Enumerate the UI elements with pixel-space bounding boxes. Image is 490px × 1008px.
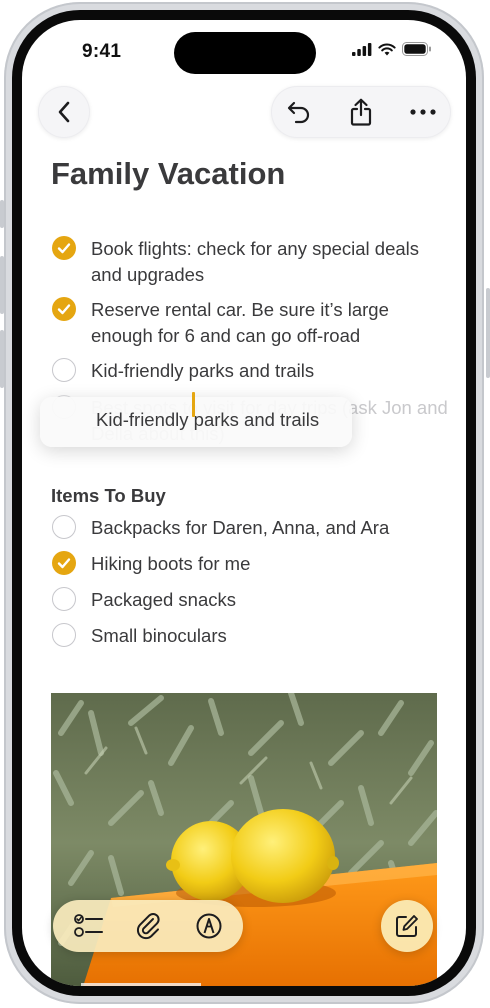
more-button[interactable] (395, 86, 451, 138)
side-button (0, 200, 4, 228)
share-icon (350, 98, 372, 126)
buy-list-item[interactable]: Backpacks for Daren, Anna, and Ara (52, 515, 442, 543)
checkbox-unchecked[interactable] (52, 623, 76, 647)
share-button[interactable] (333, 86, 389, 138)
checklist-item[interactable]: Reserve rental car. Be sure it’s large e… (52, 297, 442, 351)
checkmark-icon (57, 558, 71, 569)
status-time: 9:41 (82, 41, 122, 62)
volume-up-button (0, 256, 4, 314)
ellipsis-icon (410, 109, 436, 115)
section-title[interactable]: Items To Buy (51, 485, 166, 507)
status-bar: 9:41 (22, 20, 466, 78)
checkbox-unchecked[interactable] (52, 515, 76, 539)
checkbox-unchecked[interactable] (52, 358, 76, 382)
status-icons (352, 42, 432, 56)
checklist-button[interactable] (63, 900, 115, 952)
checklist-item-text[interactable]: Kid-friendly parks and trails (91, 358, 431, 384)
checkmark-icon (57, 304, 71, 315)
pen-circle-icon (196, 913, 222, 939)
checklist-item[interactable]: Book flights: check for any special deal… (52, 236, 442, 290)
battery-icon (402, 42, 431, 56)
checkmark-icon (57, 243, 71, 254)
bottom-toolbar (53, 900, 243, 952)
markup-button[interactable] (183, 900, 235, 952)
compose-icon (396, 915, 418, 937)
checklist-item-text[interactable]: Book flights: check for any special deal… (91, 236, 431, 288)
attach-button[interactable] (123, 900, 175, 952)
power-button (486, 288, 490, 378)
signal-icon (352, 42, 372, 56)
buy-list-item[interactable]: Small binoculars (52, 623, 442, 651)
dragged-item-text: Kid-friendly parks and trails (96, 409, 320, 430)
checklist-item-text[interactable]: Reserve rental car. Be sure it’s large e… (91, 297, 431, 349)
checkbox-checked[interactable] (52, 551, 76, 575)
chevron-left-icon (58, 101, 70, 123)
note-toolbar (271, 86, 451, 138)
checkbox-checked[interactable] (52, 297, 76, 321)
compose-button[interactable] (381, 900, 433, 952)
note-title[interactable]: Family Vacation (51, 156, 285, 192)
insertion-cursor (192, 392, 195, 417)
back-button[interactable] (38, 86, 90, 138)
buy-list-item-text[interactable]: Backpacks for Daren, Anna, and Ara (91, 515, 431, 541)
dragged-item-preview[interactable]: Kid-friendly parks and trails (40, 397, 352, 447)
buy-list-item[interactable]: Packaged snacks (52, 587, 442, 615)
buy-list-item-text[interactable]: Small binoculars (91, 623, 431, 649)
undo-icon (287, 101, 310, 124)
paperclip-icon (136, 913, 160, 940)
screen: 9:41 Family Vacation Book flights: check… (22, 20, 466, 986)
checkbox-checked[interactable] (52, 236, 76, 260)
checklist-item[interactable]: Kid-friendly parks and trails (52, 358, 442, 386)
undo-button[interactable] (271, 86, 327, 138)
wifi-icon (378, 43, 396, 55)
checklist-icon (74, 914, 103, 937)
dynamic-island (174, 32, 316, 74)
buy-list-item-text[interactable]: Hiking boots for me (91, 551, 431, 577)
buy-list-item-text[interactable]: Packaged snacks (91, 587, 431, 613)
volume-down-button (0, 330, 4, 388)
buy-list-item[interactable]: Hiking boots for me (52, 551, 442, 579)
checkbox-unchecked[interactable] (52, 587, 76, 611)
